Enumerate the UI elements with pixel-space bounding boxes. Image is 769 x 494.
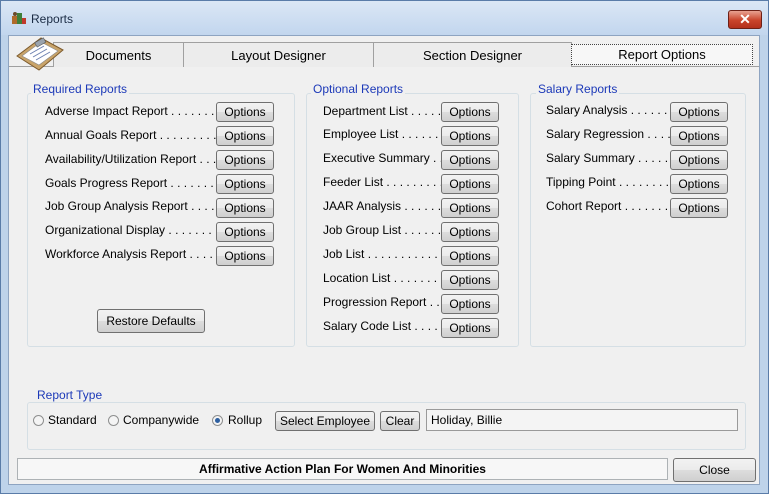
tab-layout-designer[interactable]: Layout Designer [183,42,374,67]
optional-report-label: Progression Report . . . . . . . . . . [323,295,442,309]
required-report-label: Adverse Impact Report . . . . . . . . . … [45,104,217,118]
standard-radio[interactable] [33,415,44,426]
goals-progress-options-button[interactable]: Options [216,174,274,194]
salary-reports-legend: Salary Reports [536,82,620,96]
tab-section-designer[interactable]: Section Designer [373,42,572,67]
required-report-label: Goals Progress Report . . . . . . . . . … [45,176,217,190]
salary-report-label: Cohort Report . . . . . . . . . . . . [546,199,671,213]
optional-report-label: Executive Summary . . . . . . . . . . [323,151,442,165]
executive-summary-options-button[interactable]: Options [441,150,499,170]
window-close-button[interactable]: ✕ [728,10,762,29]
required-report-label: Annual Goals Report . . . . . . . . . . … [45,128,217,142]
optional-report-label: JAAR Analysis . . . . . . . . . . . . . … [323,199,442,213]
jaar-analysis-options-button[interactable]: Options [441,198,499,218]
salary-report-label: Salary Analysis . . . . . . . . . . [546,103,671,117]
selected-employee-field[interactable]: Holiday, Billie [426,409,738,431]
annual-goals-options-button[interactable]: Options [216,126,274,146]
availability-utilization-options-button[interactable]: Options [216,150,274,170]
salary-report-label: Salary Summary . . . . . . . . . . [546,151,671,165]
job-group-analysis-options-button[interactable]: Options [216,198,274,218]
standard-radio-label[interactable]: Standard [48,413,97,427]
job-group-list-options-button[interactable]: Options [441,222,499,242]
required-reports-legend: Required Reports [31,82,130,96]
window-title: Reports [31,12,74,26]
clipboard-icon [16,37,64,71]
radio-selected-dot [215,418,220,423]
optional-report-label: Job Group List . . . . . . . . . . [323,223,442,237]
dialog-client-area: Documents Layout Designer Section Design… [8,35,760,485]
restore-defaults-button[interactable]: Restore Defaults [97,309,205,333]
required-report-label: Organizational Display . . . . . . . . .… [45,223,217,237]
optional-report-label: Department List . . . . . . . . . . [323,104,442,118]
tab-documents[interactable]: Documents [53,42,184,67]
salary-summary-options-button[interactable]: Options [670,150,728,170]
required-report-label: Availability/Utilization Report . . . . … [45,152,217,166]
cohort-report-options-button[interactable]: Options [670,198,728,218]
salary-report-label: Tipping Point . . . . . . . . . . . . [546,175,671,189]
close-icon: ✕ [739,11,751,27]
close-button[interactable]: Close [673,458,756,482]
job-list-options-button[interactable]: Options [441,246,499,266]
app-icon [12,12,26,24]
optional-report-label: Employee List . . . . . . . . . . [323,127,442,141]
tipping-point-options-button[interactable]: Options [670,174,728,194]
salary-analysis-options-button[interactable]: Options [670,102,728,122]
plan-title-bar: Affirmative Action Plan For Women And Mi… [17,458,668,480]
progression-report-options-button[interactable]: Options [441,294,499,314]
companywide-radio-label[interactable]: Companywide [123,413,199,427]
organizational-display-options-button[interactable]: Options [216,222,274,242]
adverse-impact-options-button[interactable]: Options [216,102,274,122]
salary-code-list-options-button[interactable]: Options [441,318,499,338]
clear-button[interactable]: Clear [380,411,420,431]
salary-report-label: Salary Regression . . . . . . . . . . [546,127,671,141]
optional-report-label: Salary Code List . . . . . . . . . . [323,319,442,333]
optional-report-label: Location List . . . . . . . . . . . . [323,271,442,285]
required-report-label: Workforce Analysis Report . . . . . . . … [45,247,217,261]
rollup-radio[interactable] [212,415,223,426]
feeder-list-options-button[interactable]: Options [441,174,499,194]
location-list-options-button[interactable]: Options [441,270,499,290]
companywide-radio[interactable] [108,415,119,426]
report-type-legend: Report Type [35,388,105,402]
salary-regression-options-button[interactable]: Options [670,126,728,146]
tab-report-options[interactable]: Report Options [571,44,753,65]
select-employee-button[interactable]: Select Employee [275,411,375,431]
employee-list-options-button[interactable]: Options [441,126,499,146]
title-bar[interactable]: Reports ✕ [1,1,768,35]
workforce-analysis-options-button[interactable]: Options [216,246,274,266]
rollup-radio-label[interactable]: Rollup [228,413,262,427]
optional-report-label: Feeder List . . . . . . . . . . . . . . [323,175,442,189]
department-list-options-button[interactable]: Options [441,102,499,122]
optional-reports-legend: Optional Reports [311,82,406,96]
required-report-label: Job Group Analysis Report . . . . . . . … [45,199,217,213]
optional-report-label: Job List . . . . . . . . . . . . . . . .… [323,247,442,261]
reports-window: Reports ✕ Documents Layout Designer Sect… [0,0,769,494]
